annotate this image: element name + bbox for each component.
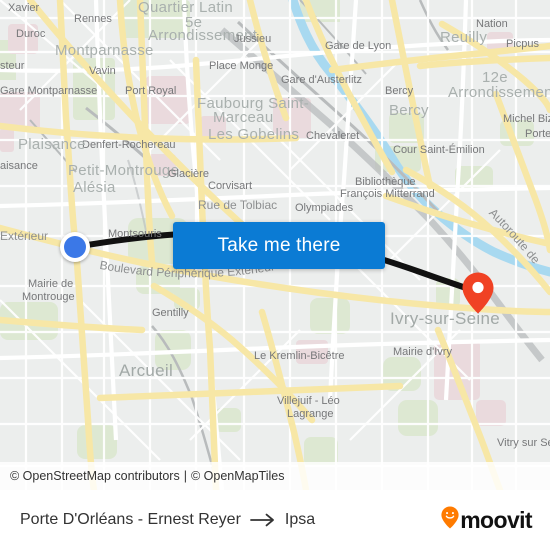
- take-me-there-button[interactable]: Take me there: [173, 222, 385, 269]
- trip-bottom-bar: Porte D'Orléans - Ernest Reyer Ipsa moov…: [0, 490, 550, 550]
- moovit-logo[interactable]: moovit: [441, 506, 533, 534]
- attribution-openmaptiles[interactable]: © OpenMapTiles: [191, 469, 285, 483]
- destination-stop-marker[interactable]: [462, 272, 494, 314]
- origin-stop-marker[interactable]: [60, 232, 90, 262]
- trip-destination-label: Ipsa: [284, 511, 316, 528]
- attribution-separator: |: [183, 469, 187, 483]
- moovit-pin-icon: [441, 506, 459, 534]
- arrow-right-icon: [250, 513, 276, 527]
- trip-origin-label: Porte D'Orléans - Ernest Reyer: [20, 511, 241, 528]
- map-canvas[interactable]: Boulevard Périphérique Extérieur Autorou…: [0, 0, 550, 490]
- trip-summary: Porte D'Orléans - Ernest Reyer Ipsa: [20, 511, 441, 529]
- moovit-wordmark: moovit: [460, 506, 532, 533]
- attribution-osm[interactable]: © OpenStreetMap contributors: [10, 469, 180, 483]
- moovit-trip-map-screen: Boulevard Périphérique Extérieur Autorou…: [0, 0, 550, 550]
- map-attribution: © OpenStreetMap contributors | © OpenMap…: [0, 462, 550, 490]
